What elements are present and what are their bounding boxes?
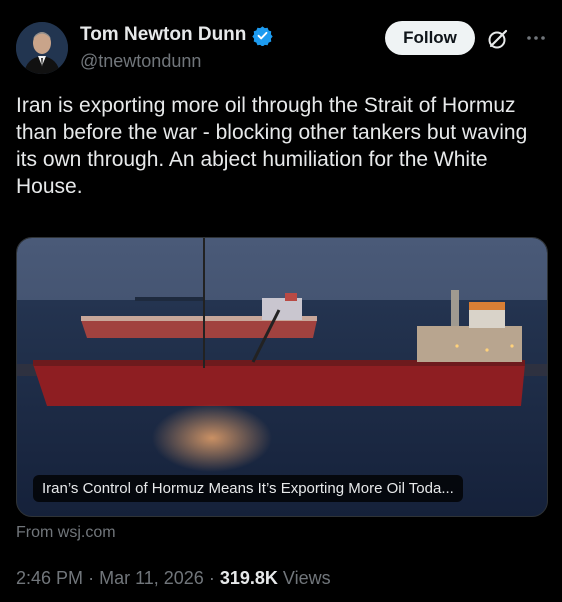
link-card[interactable]: Iran’s Control of Hormuz Means It’s Expo… [16,237,548,517]
follow-button[interactable]: Follow [385,21,475,55]
tweet-date[interactable]: Mar 11, 2026 [99,568,204,588]
verified-badge-icon [252,25,274,47]
tweet-time[interactable]: 2:46 PM [16,568,83,588]
author-handle[interactable]: @tnewtondunn [80,51,201,72]
tweet-meta: 2:46 PM · Mar 11, 2026 · 319.8K Views [16,568,331,589]
meta-separator: · [88,568,95,588]
views-count: 319.8K [219,568,278,588]
more-options-icon[interactable] [525,30,547,46]
avatar[interactable] [16,22,68,74]
link-card-title[interactable]: Iran’s Control of Hormuz Means It’s Expo… [33,475,463,502]
views-label: Views [282,568,331,588]
author-name[interactable]: Tom Newton Dunn [80,24,246,46]
grok-icon[interactable] [486,27,510,51]
author-name-row[interactable]: Tom Newton Dunn [80,24,274,47]
link-source[interactable]: From wsj.com [16,524,116,542]
avatar-image [16,22,68,74]
meta-separator: · [208,568,215,588]
tweet-text: Iran is exporting more oil through the S… [16,94,528,198]
